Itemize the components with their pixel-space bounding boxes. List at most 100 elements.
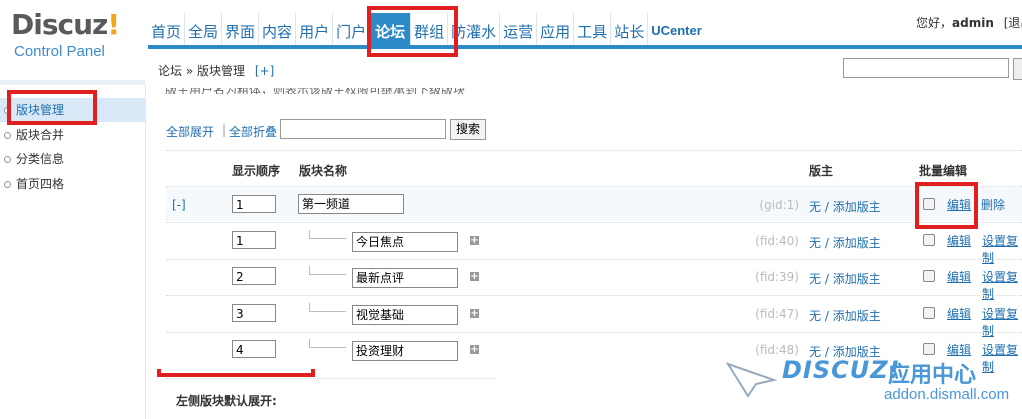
edit-link[interactable]: 编辑 (947, 305, 971, 322)
collapse-toggle[interactable]: [-] (172, 198, 186, 212)
moderator-sep: / (821, 200, 833, 214)
edit-link[interactable]: 编辑 (947, 341, 971, 358)
sidebar-item-label: 分类信息 (16, 152, 65, 166)
nav-style[interactable]: 界面 (222, 13, 260, 47)
batch-checkbox[interactable] (923, 234, 935, 246)
add-moderator-link[interactable]: 添加版主 (833, 236, 881, 250)
add-moderator-link[interactable]: 添加版主 (833, 309, 881, 323)
bullet-icon (4, 132, 11, 139)
sidebar-item-threadtypes[interactable]: 分类信息 (0, 147, 145, 171)
collapse-all-link[interactable]: 全部折叠 (229, 123, 277, 140)
forum-name-input[interactable]: 视觉基础 (352, 305, 458, 325)
left-expand-label: 左侧版块默认展开: (176, 394, 277, 408)
highlight-sidebar-item (7, 90, 97, 125)
greeting: 您好， (916, 16, 953, 30)
forum-id: (fid:47) (755, 307, 799, 321)
group-name-input[interactable]: 第一频道 (298, 194, 404, 214)
header-batch-edit: 批量编辑 (919, 164, 968, 178)
moderator-sep: / (821, 272, 833, 286)
logout-link[interactable]: [退出 (1004, 16, 1022, 30)
bullet-icon (4, 156, 11, 163)
moderator-cell: 无 / 添加版主 (809, 307, 881, 324)
forum-name-input[interactable]: 最新点评 (352, 268, 458, 288)
copy-settings-link[interactable]: 设置复制 (982, 341, 1022, 375)
add-moderator-link[interactable]: 添加版主 (833, 200, 881, 214)
tree-connector (309, 339, 346, 348)
user-area: 您好，admin [退出 (916, 14, 1022, 31)
edit-link[interactable]: 编辑 (947, 232, 971, 249)
forum-name-input[interactable]: 今日焦点 (352, 232, 458, 252)
divider (166, 332, 1022, 334)
header-order: 显示顺序 (232, 164, 281, 178)
batch-checkbox[interactable] (923, 270, 935, 282)
divider (166, 295, 1022, 297)
moderator-none: 无 (809, 236, 822, 250)
add-subforum-icon[interactable]: + (470, 272, 479, 282)
add-subforum-icon[interactable]: + (470, 236, 479, 246)
sidebar-item-label: 版块合并 (16, 128, 65, 142)
menu-search-button[interactable] (1013, 58, 1022, 80)
moderator-cell: 无 / 添加版主 (809, 198, 881, 215)
link-separator: | (222, 123, 227, 137)
moderator-cell: 无 / 添加版主 (809, 234, 881, 251)
sidebar-item-grid[interactable]: 首页四格 (0, 172, 145, 196)
logo-subtitle: Control Panel (14, 43, 105, 60)
sidebar: 版块管理 版块合并 分类信息 首页四格 (0, 85, 146, 419)
cursor-arrow-icon (726, 362, 778, 398)
order-input[interactable]: 3 (232, 304, 276, 322)
nav-ucenter[interactable]: UCenter (648, 13, 705, 47)
breadcrumb-sep: » (185, 64, 194, 78)
batch-checkbox[interactable] (923, 307, 935, 319)
breadcrumb: 论坛 » 版块管理 [+] (158, 62, 274, 79)
highlight-edit-link (915, 182, 978, 229)
nav-apps[interactable]: 应用 (537, 13, 575, 47)
watermark-brand: DISCUZ! (782, 356, 901, 384)
nav-content[interactable]: 内容 (259, 13, 297, 47)
nav-user[interactable]: 用户 (296, 13, 334, 47)
forum-search-input[interactable] (280, 119, 446, 139)
moderator-sep: / (821, 309, 833, 323)
nav-webmaster[interactable]: 站长 (611, 13, 649, 47)
divider (166, 378, 496, 380)
sidebar-item-forum-merge[interactable]: 版块合并 (0, 123, 145, 147)
group-id: (gid:1) (759, 198, 799, 212)
menu-search-input[interactable] (843, 58, 1009, 78)
nav-portal[interactable]: 门户 (333, 13, 371, 47)
divider (166, 150, 1022, 152)
edit-link[interactable]: 编辑 (947, 268, 971, 285)
forum-name-input[interactable]: 投资理财 (352, 341, 458, 361)
watermark-url: addon.dismall.com (884, 386, 1010, 403)
order-input[interactable]: 1 (232, 195, 276, 213)
tree-connector (309, 303, 346, 312)
header-name: 版块名称 (299, 164, 348, 178)
add-subforum-icon[interactable]: + (470, 309, 479, 319)
highlight-forum-tab (367, 6, 458, 57)
nav-global[interactable]: 全局 (185, 13, 223, 47)
divider (166, 222, 1022, 224)
expand-all-link[interactable]: 全部展开 (166, 123, 214, 140)
order-input[interactable]: 1 (232, 231, 276, 249)
nav-home[interactable]: 首页 (148, 13, 186, 47)
header-moderator: 版主 (809, 164, 834, 178)
batch-checkbox[interactable] (923, 343, 935, 355)
delete-link[interactable]: 删除 (981, 196, 1005, 213)
search-button[interactable]: 搜索 (450, 119, 487, 140)
logo: Discuz! (11, 8, 120, 41)
nav-tools[interactable]: 工具 (574, 13, 612, 47)
moderator-none: 无 (809, 272, 822, 286)
tree-connector (309, 230, 346, 239)
username: admin (952, 16, 994, 30)
tip-text: 版主用户名为粗体，则表示该版主权限可继承到下级版块 (165, 88, 465, 94)
moderator-sep: / (821, 236, 833, 250)
highlight-order-column (157, 369, 315, 377)
order-input[interactable]: 2 (232, 267, 276, 285)
order-input[interactable]: 4 (232, 340, 276, 358)
nav-operation[interactable]: 运营 (500, 13, 538, 47)
add-shortcut-button[interactable]: [+] (255, 64, 274, 78)
forum-id: (fid:40) (755, 234, 799, 248)
tree-connector (309, 266, 346, 275)
add-subforum-icon[interactable]: + (470, 345, 479, 355)
add-moderator-link[interactable]: 添加版主 (833, 272, 881, 286)
moderator-none: 无 (809, 200, 822, 214)
breadcrumb-section[interactable]: 论坛 (158, 64, 182, 78)
